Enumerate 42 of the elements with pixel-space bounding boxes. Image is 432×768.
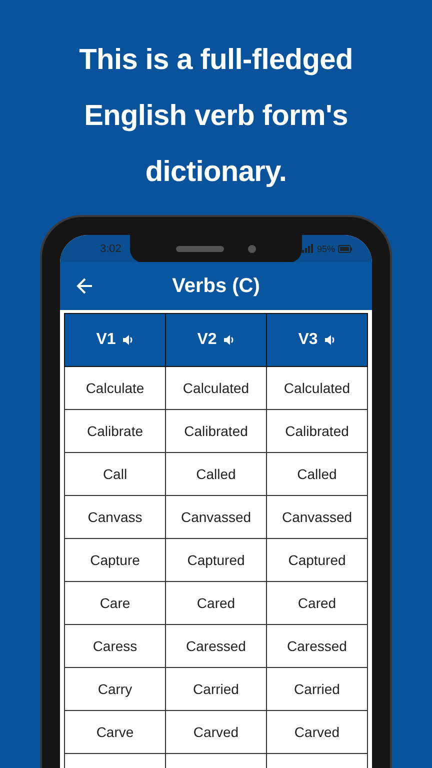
signal-icon: [302, 244, 314, 253]
headline-text: dictionary.: [145, 155, 287, 190]
table-cell: Canvassed: [266, 496, 368, 538]
table-cell: Carved: [266, 710, 368, 754]
table-cell: Canvassed: [166, 496, 266, 538]
column-title: V3: [298, 331, 318, 349]
status-time: 3:02: [100, 242, 122, 254]
speaker-icon[interactable]: [222, 334, 235, 346]
table-cell: Care: [64, 582, 166, 624]
speaker-icon[interactable]: [324, 334, 336, 346]
headline-text: This is a full-fledged: [79, 43, 353, 78]
table-cell: Calibrate: [64, 410, 166, 452]
battery-icon: [338, 244, 352, 252]
headline-text: English verb form's: [84, 99, 348, 134]
table-cell: Cared: [266, 582, 368, 624]
table-cell: Caressed: [166, 624, 266, 668]
table-cell: Calibrated: [266, 410, 368, 452]
table-cell: Call: [64, 452, 166, 496]
table-cell: Caressed: [266, 624, 368, 668]
screen-title: Verbs (C): [172, 274, 260, 298]
table-cell: Captured: [266, 538, 368, 582]
table-cell: Called: [166, 452, 266, 496]
table-cell: Cared: [166, 582, 266, 624]
speaker-icon[interactable]: [122, 334, 134, 346]
table-cell: Carved: [166, 710, 266, 754]
table-cell: Carry: [64, 668, 166, 710]
table-cell: Carried: [166, 668, 266, 710]
table-cell: Capture: [64, 538, 166, 582]
table-cell: Calibrated: [166, 410, 266, 452]
table-cell: Carve: [64, 710, 166, 754]
table-cell: Called: [266, 452, 368, 496]
table-cell: Calculated: [266, 366, 368, 410]
column-title: V2: [197, 331, 217, 349]
table-cell: Calculated: [166, 366, 266, 410]
battery-percent: 95%: [316, 244, 335, 254]
table-cell: Carried: [266, 668, 368, 710]
table-cell: Captured: [166, 538, 266, 582]
back-arrow-icon[interactable]: [76, 277, 94, 295]
table-cell: Canvass: [64, 496, 166, 538]
column-title: V1: [96, 331, 116, 349]
table-cell: Calculate: [64, 366, 166, 410]
table-cell: Caress: [64, 624, 166, 668]
